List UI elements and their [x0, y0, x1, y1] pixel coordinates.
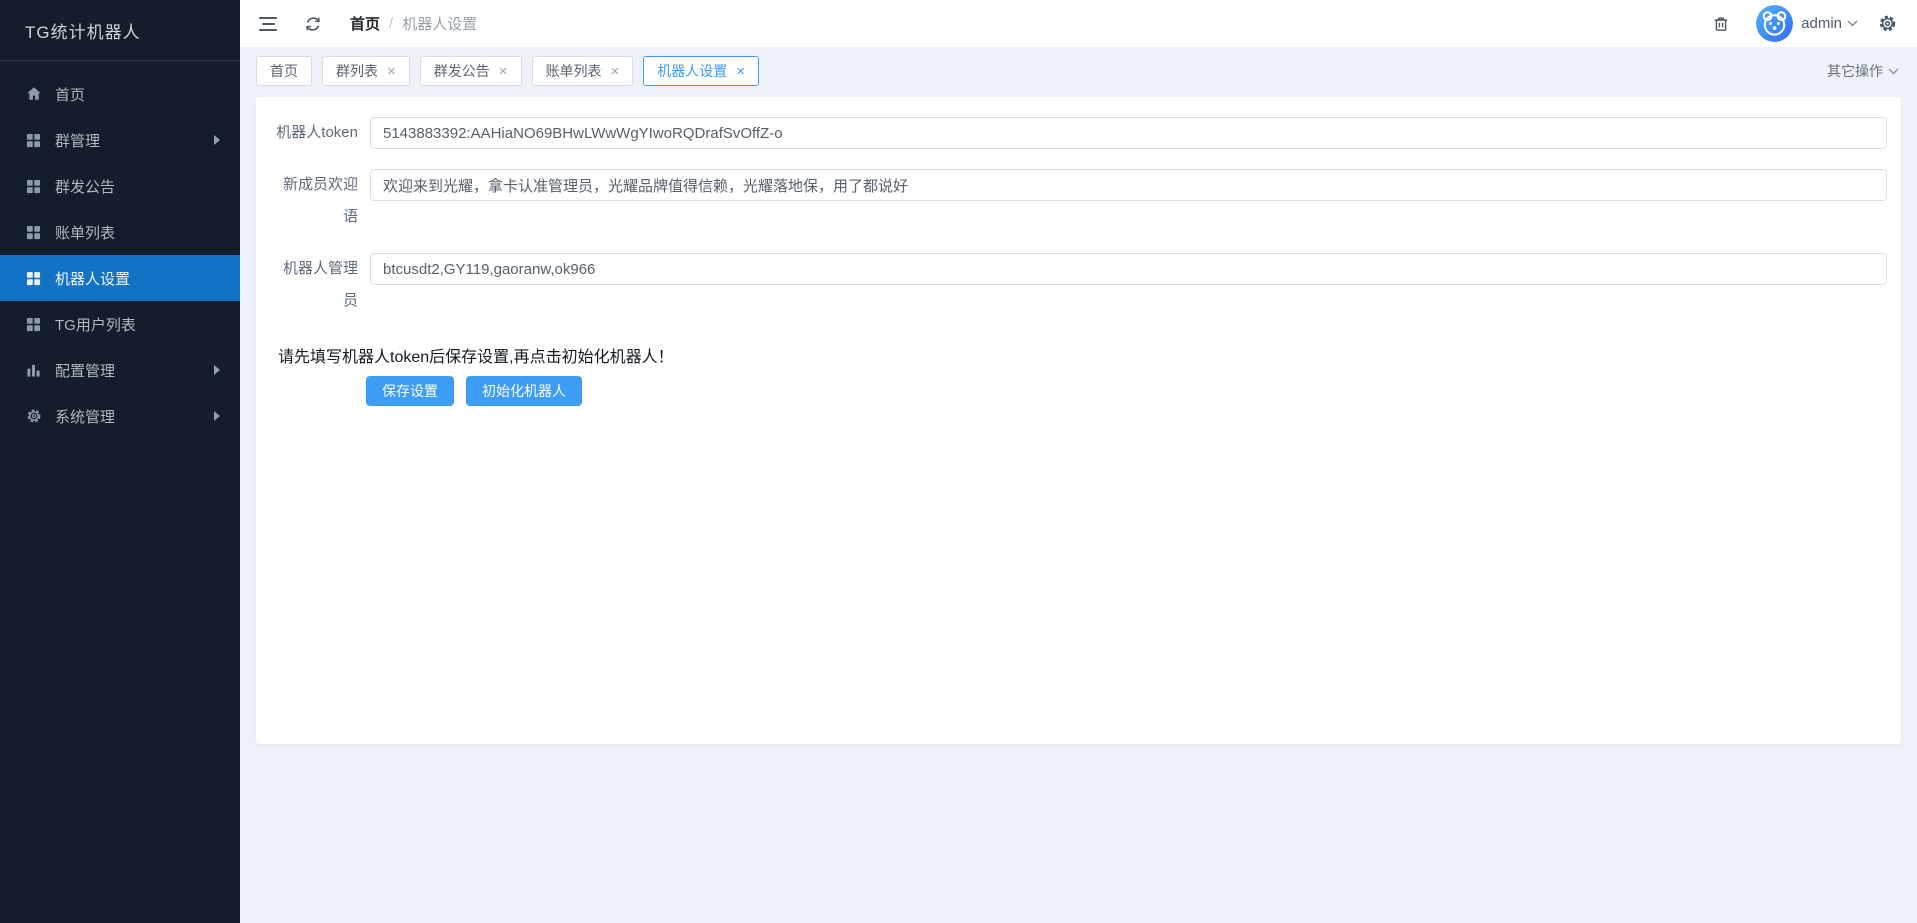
- sidebar-item-label: 群管理: [55, 132, 101, 150]
- grid-icon: [25, 132, 42, 149]
- chevron-down-icon: [1847, 20, 1858, 27]
- tab-broadcast[interactable]: 群发公告 ×: [419, 56, 522, 86]
- form-actions: 保存设置 初始化机器人: [276, 376, 1887, 406]
- token-input[interactable]: [370, 117, 1887, 149]
- tab-label: 机器人设置: [657, 63, 728, 79]
- sidebar-item-home[interactable]: 首页: [0, 71, 240, 117]
- app-window: TG统计机器人 首页 群管理 群发公告 账单列表 机器人设置 TG用户列表 配置…: [0, 0, 1917, 923]
- sidebar-item-label: 配置管理: [55, 362, 116, 380]
- breadcrumb-home[interactable]: 首页: [350, 13, 380, 34]
- sidebar-item-robot-settings[interactable]: 机器人设置: [0, 255, 240, 301]
- robot-admins-input[interactable]: [370, 253, 1887, 285]
- chevron-right-icon: [214, 365, 220, 375]
- tab-label: 首页: [270, 63, 298, 79]
- tab-home[interactable]: 首页: [256, 56, 312, 86]
- sidebar-item-label: TG用户列表: [55, 316, 136, 334]
- sidebar-item-bill-list[interactable]: 账单列表: [0, 209, 240, 255]
- robot-settings-card: 机器人token 新成员欢迎语 机器人管理员: [256, 97, 1901, 744]
- sidebar-menu: 首页 群管理 群发公告 账单列表 机器人设置 TG用户列表 配置管理 系统管理: [0, 61, 240, 439]
- tab-label: 群发公告: [433, 63, 490, 79]
- chevron-right-icon: [214, 411, 220, 421]
- grid-icon: [25, 178, 42, 195]
- gear-icon: [25, 408, 42, 425]
- tab-label: 账单列表: [545, 63, 602, 79]
- grid-icon: [25, 224, 42, 241]
- close-icon[interactable]: ×: [499, 64, 508, 79]
- home-icon: [25, 86, 42, 103]
- trash-icon[interactable]: [1712, 15, 1730, 33]
- collapse-sidebar-icon[interactable]: [258, 16, 278, 32]
- sidebar-item-label: 群发公告: [55, 178, 116, 196]
- close-icon[interactable]: ×: [736, 64, 745, 79]
- sidebar-item-group-management[interactable]: 群管理: [0, 117, 240, 163]
- setup-hint-text: 请先填写机器人token后保存设置,再点击初始化机器人！: [278, 349, 674, 366]
- sidebar-item-system-management[interactable]: 系统管理: [0, 393, 240, 439]
- breadcrumb-separator: /: [389, 15, 394, 32]
- sidebar-item-label: 系统管理: [55, 408, 116, 426]
- tab-bill-list[interactable]: 账单列表 ×: [531, 56, 634, 86]
- topbar: 首页 / 机器人设置 admin: [240, 0, 1917, 47]
- sidebar-item-label: 机器人设置: [55, 270, 131, 288]
- sidebar-item-broadcast[interactable]: 群发公告: [0, 163, 240, 209]
- tab-robot-settings[interactable]: 机器人设置 ×: [643, 56, 760, 86]
- content-area: 机器人token 新成员欢迎语 机器人管理员: [240, 95, 1917, 923]
- close-icon[interactable]: ×: [387, 64, 396, 79]
- admins-field-label: 机器人管理员: [282, 260, 358, 309]
- more-actions-dropdown[interactable]: 其它操作: [1827, 61, 1899, 81]
- form-row-admins: 机器人管理员: [276, 253, 1887, 317]
- sidebar-item-label: 首页: [55, 86, 86, 104]
- chevron-right-icon: [214, 135, 220, 145]
- breadcrumb: 首页 / 机器人设置: [350, 13, 477, 34]
- username: admin: [1801, 15, 1842, 32]
- app-title: TG统计机器人: [0, 0, 240, 61]
- settings-gear-icon[interactable]: [1878, 14, 1897, 33]
- welcome-field-label: 新成员欢迎语: [282, 176, 358, 225]
- sidebar-item-label: 账单列表: [55, 224, 116, 242]
- chevron-down-icon: [1888, 68, 1899, 75]
- form-row-token: 机器人token: [276, 117, 1887, 149]
- sidebar: TG统计机器人 首页 群管理 群发公告 账单列表 机器人设置 TG用户列表 配置…: [0, 0, 240, 923]
- sidebar-item-tg-user-list[interactable]: TG用户列表: [0, 301, 240, 347]
- bar-chart-icon: [25, 362, 42, 379]
- tab-label: 群列表: [336, 63, 378, 79]
- form-row-welcome: 新成员欢迎语: [276, 169, 1887, 233]
- grid-icon: [25, 270, 42, 287]
- tabs-bar: 首页 群列表 × 群发公告 × 账单列表 × 机器人设置 × 其它操作: [240, 47, 1917, 95]
- sidebar-item-config-management[interactable]: 配置管理: [0, 347, 240, 393]
- more-actions-label: 其它操作: [1827, 63, 1883, 79]
- avatar[interactable]: [1756, 5, 1794, 42]
- breadcrumb-current: 机器人设置: [402, 16, 478, 33]
- refresh-icon[interactable]: [304, 15, 322, 33]
- tab-group-list[interactable]: 群列表 ×: [322, 56, 410, 86]
- token-field-label: 机器人token: [276, 124, 358, 141]
- init-robot-button[interactable]: 初始化机器人: [466, 376, 582, 406]
- grid-icon: [25, 316, 42, 333]
- save-settings-button[interactable]: 保存设置: [366, 376, 454, 406]
- user-menu[interactable]: admin: [1801, 15, 1858, 32]
- welcome-message-input[interactable]: [370, 169, 1887, 201]
- close-icon[interactable]: ×: [611, 64, 620, 79]
